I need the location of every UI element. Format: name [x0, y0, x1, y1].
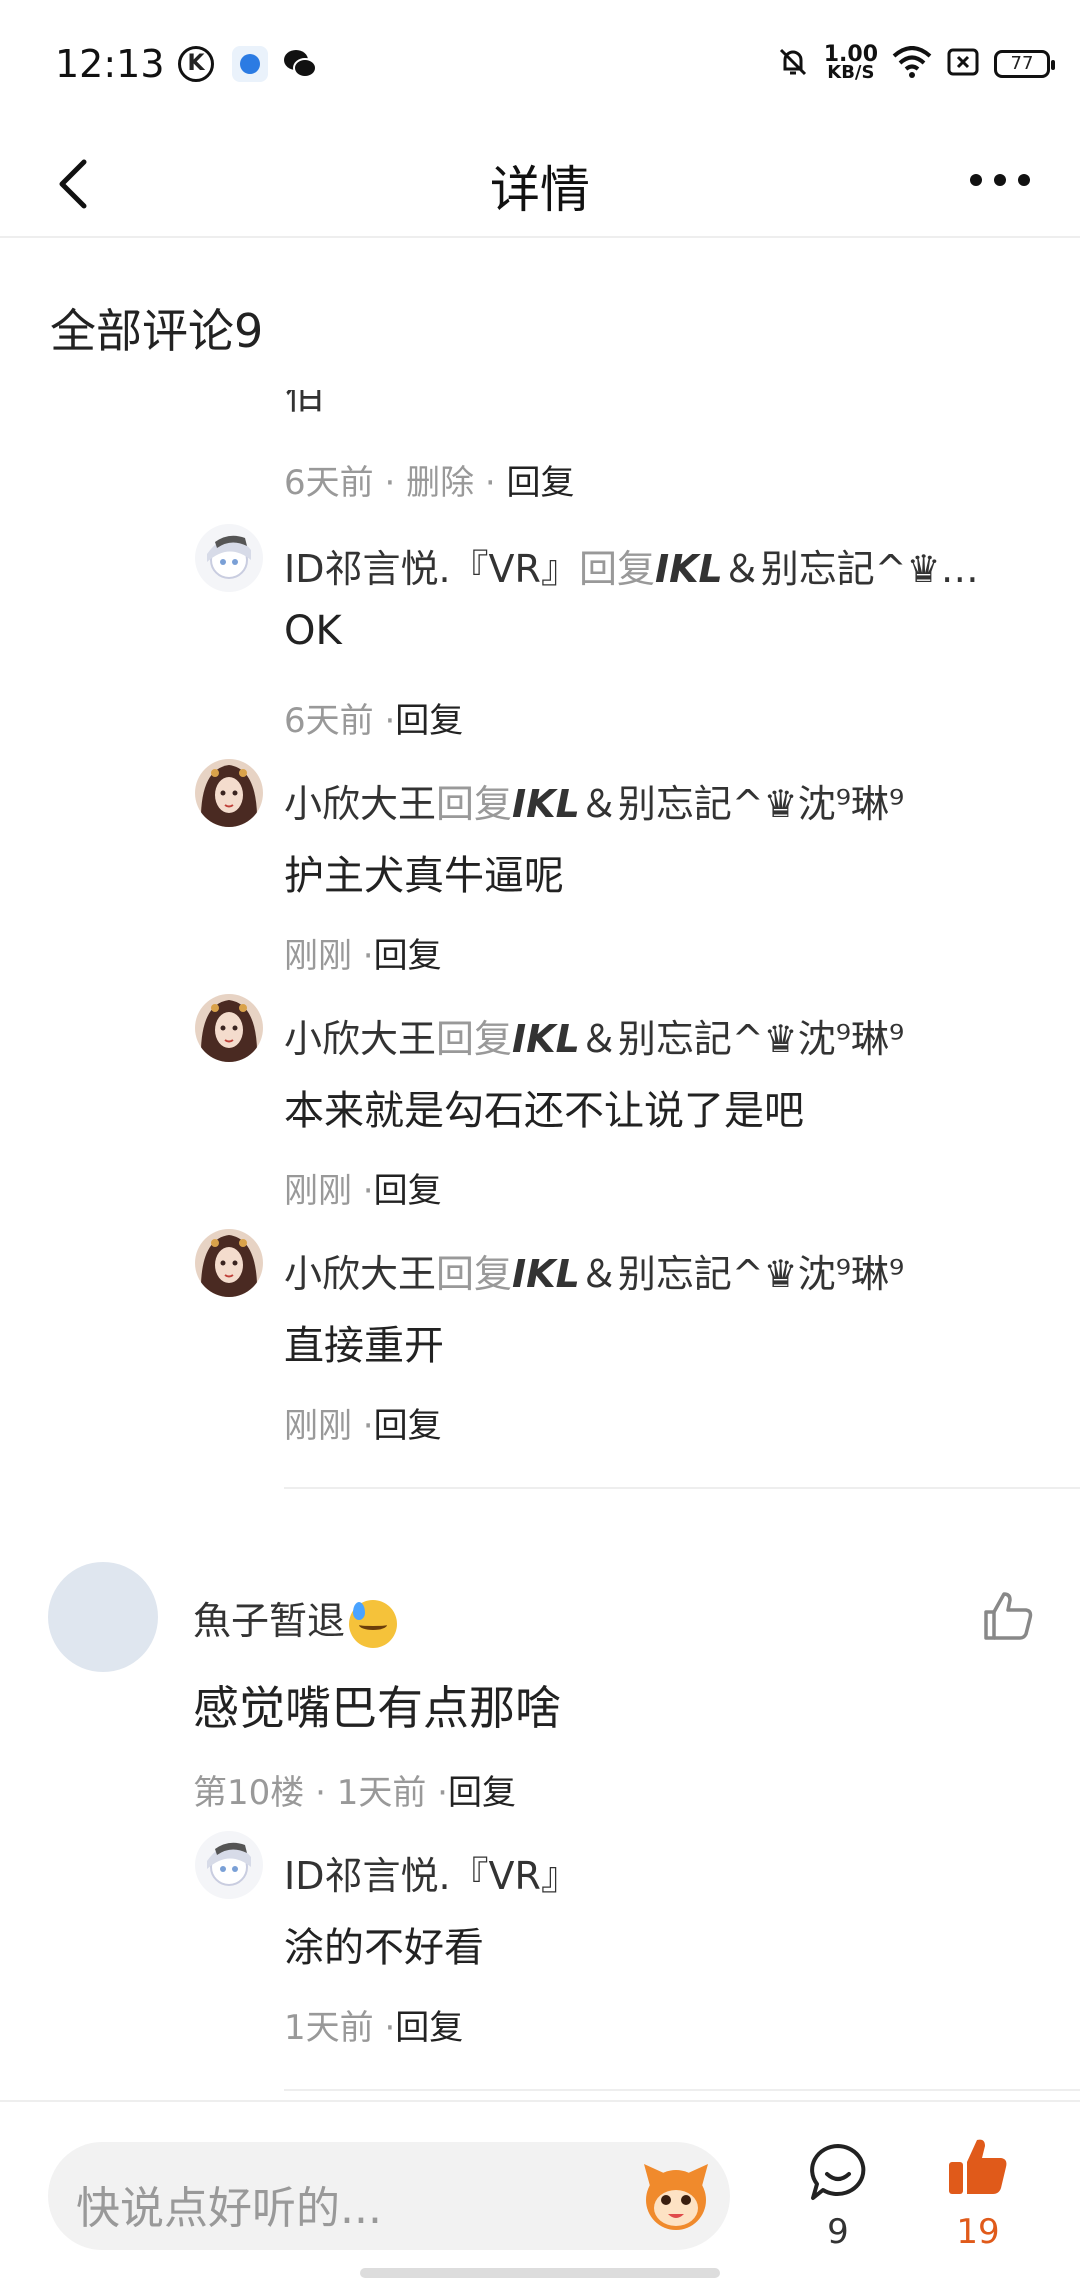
reply-target[interactable]: IKL: [655, 547, 723, 591]
reply-link[interactable]: 回复: [395, 2008, 463, 2048]
comment-input-placeholder: 快说点好听的...: [76, 2183, 382, 2234]
k-app-icon: K: [178, 46, 214, 82]
reply-author[interactable]: 小欣大王: [284, 1017, 436, 1061]
comment-count: 9: [827, 2212, 849, 2252]
reply-name-line: ID祁言悦.『VR』回复IKL＆别忘記^♛…: [284, 547, 979, 591]
reply-target[interactable]: IKL: [512, 1252, 580, 1296]
avatar[interactable]: [195, 994, 263, 1062]
reply-time: 1天前: [284, 2008, 374, 2048]
comment-text: 感觉嘴巴有点那啥: [193, 1681, 561, 1735]
avatar[interactable]: [195, 1229, 263, 1297]
q-app-icon: [232, 46, 268, 82]
reply-link[interactable]: 回复: [374, 936, 442, 976]
reply-text: 护主犬真牛逼呢: [284, 853, 564, 899]
navigation-bar: 详情: [0, 130, 1080, 238]
reply-time: 6天前: [284, 701, 374, 741]
divider: [284, 1487, 1080, 1489]
reply-name-line: 小欣大王回复IKL＆别忘記^♛沈⁹琳⁹: [284, 1252, 905, 1296]
floor-number: 第10楼: [193, 1773, 305, 1813]
partial-reply-text: 佰: [285, 390, 345, 412]
partial-reply-meta: 6天前 · 删除 · 回复: [284, 463, 575, 503]
avatar[interactable]: [195, 1831, 263, 1899]
bottom-bar: 快说点好听的... 9 19: [0, 2100, 1080, 2280]
avatar[interactable]: [195, 759, 263, 827]
reply-author[interactable]: ID祁言悦.『VR』: [284, 1845, 579, 1900]
wechat-icon: [282, 46, 318, 82]
reply-link[interactable]: 回复: [374, 1171, 442, 1211]
reply-link[interactable]: 回复: [395, 701, 463, 741]
home-indicator[interactable]: [360, 2268, 720, 2278]
divider: [284, 2089, 1080, 2091]
reply-meta: 刚刚 ·回复: [284, 1171, 442, 1211]
more-dots-icon[interactable]: [960, 160, 1040, 200]
reply-text: 直接重开: [284, 1323, 444, 1369]
comment-meta: 第10楼 · 1天前 ·回复: [193, 1773, 516, 1813]
comment-input[interactable]: 快说点好听的...: [48, 2142, 730, 2250]
reply-text: 本来就是勾石还不让说了是吧: [284, 1088, 804, 1134]
reply-link[interactable]: 回复: [374, 1406, 442, 1446]
reply-text: OK: [284, 608, 342, 654]
reply-text: 涂的不好看: [284, 1925, 484, 1971]
comments-count-title: 全部评论9: [50, 304, 264, 358]
sad-sweat-emoji-icon: [349, 1599, 398, 1648]
sim-icon: [946, 47, 980, 81]
reply-author[interactable]: ID祁言悦.『VR』: [284, 547, 579, 591]
reply-name-line: 小欣大王回复IKL＆别忘記^♛沈⁹琳⁹: [284, 1017, 905, 1061]
mute-bell-icon: [776, 45, 810, 83]
status-bar: 12:13 K 1.00 KB/S 77: [0, 0, 1080, 130]
speed-unit: KB/S: [827, 62, 875, 83]
reply-time: 刚刚: [284, 1171, 352, 1211]
reply-meta: 6天前 ·回复: [284, 701, 464, 741]
reply-name-line: 小欣大王回复IKL＆别忘記^♛沈⁹琳⁹: [284, 782, 905, 826]
wifi-icon: [892, 46, 932, 82]
comment-bubble-icon[interactable]: [805, 2140, 871, 2206]
reply-meta: 刚刚 ·回复: [284, 936, 442, 976]
comment-time: 1天前: [336, 1773, 427, 1813]
reply-link[interactable]: 回复: [507, 463, 575, 503]
avatar[interactable]: [48, 1562, 158, 1672]
thumbs-up-outline-icon[interactable]: [980, 1588, 1036, 1644]
reply-time: 刚刚: [284, 1406, 352, 1446]
reply-time: 6天前: [284, 463, 374, 503]
reply-time: 刚刚: [284, 936, 352, 976]
page-title: 详情: [490, 161, 590, 219]
reply-meta: 1天前 ·回复: [284, 2008, 464, 2048]
reply-target[interactable]: IKL: [512, 782, 580, 826]
reply-target[interactable]: IKL: [512, 1017, 580, 1061]
thumbs-up-filled-icon[interactable]: [945, 2134, 1011, 2200]
like-count: 19: [956, 2212, 1000, 2252]
comment-author[interactable]: 魚子暂退: [193, 1599, 345, 1643]
battery-icon: 77: [994, 50, 1055, 78]
mascot-emoji-icon[interactable]: [636, 2156, 716, 2236]
reply-author[interactable]: 小欣大王: [284, 782, 436, 826]
delete-link[interactable]: 删除: [406, 463, 474, 503]
network-speed: 1.00 KB/S: [824, 44, 878, 83]
comment-author-line: 魚子暂退: [193, 1590, 398, 1648]
status-right-group: 1.00 KB/S 77: [776, 44, 1055, 84]
avatar[interactable]: [195, 524, 263, 592]
status-time: 12:13: [55, 42, 165, 86]
reply-link[interactable]: 回复: [448, 1773, 516, 1813]
reply-meta: 刚刚 ·回复: [284, 1406, 442, 1446]
reply-author[interactable]: 小欣大王: [284, 1252, 436, 1296]
